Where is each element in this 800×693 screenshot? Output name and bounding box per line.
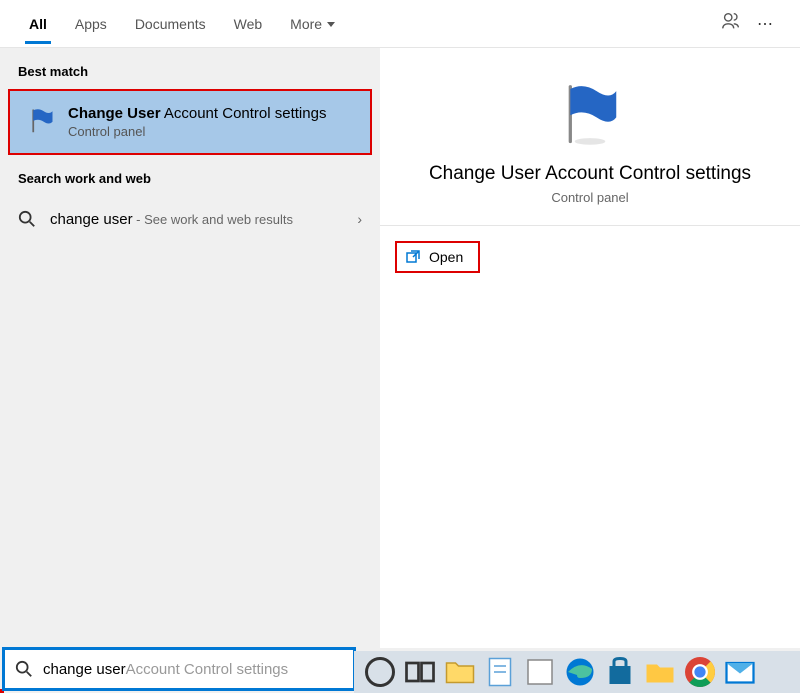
explorer-icon[interactable] [642,654,678,690]
flag-icon [555,78,625,148]
search-icon [15,660,33,678]
cortana-icon[interactable] [362,654,398,690]
open-button[interactable]: Open [395,241,480,273]
tab-all[interactable]: All [15,4,61,44]
result-sub: Control panel [68,124,326,139]
search-typed: change user [43,661,126,678]
chevron-right-icon: › [357,211,362,227]
detail-sub: Control panel [400,190,780,205]
mail-icon[interactable] [722,654,758,690]
flag-icon [28,106,56,139]
results-panel: Best match Change User Account Control s… [0,48,380,648]
web-section-label: Search work and web [0,155,380,196]
notepad-icon[interactable] [482,654,518,690]
tab-web[interactable]: Web [220,4,277,44]
filter-tabs: All Apps Documents Web More ⋯ [0,0,800,48]
best-match-label: Best match [0,48,380,89]
result-change-uac[interactable]: Change User Account Control settings Con… [8,89,372,155]
chevron-down-icon [327,22,335,27]
tab-apps[interactable]: Apps [61,4,121,44]
detail-panel: Change User Account Control settings Con… [380,48,800,648]
chrome-icon[interactable] [682,654,718,690]
search-icon [18,210,36,228]
open-icon [405,249,421,265]
app-icon[interactable] [522,654,558,690]
store-icon[interactable] [602,654,638,690]
taskbar [354,651,800,693]
search-suggest: Account Control settings [126,661,289,678]
web-result-label: change user - See work and web results [50,211,293,228]
tab-documents[interactable]: Documents [121,4,220,44]
rewards-icon[interactable] [720,10,742,37]
task-view-icon[interactable] [402,654,438,690]
web-result-row[interactable]: change user - See work and web results › [0,196,380,242]
file-explorer-icon[interactable] [442,654,478,690]
search-input[interactable]: change user Account Control settings [2,647,356,691]
more-options-icon[interactable]: ⋯ [757,14,775,34]
result-title: Change User Account Control settings [68,105,326,122]
edge-icon[interactable] [562,654,598,690]
detail-title: Change User Account Control settings [400,163,780,185]
tab-more[interactable]: More [276,4,349,44]
